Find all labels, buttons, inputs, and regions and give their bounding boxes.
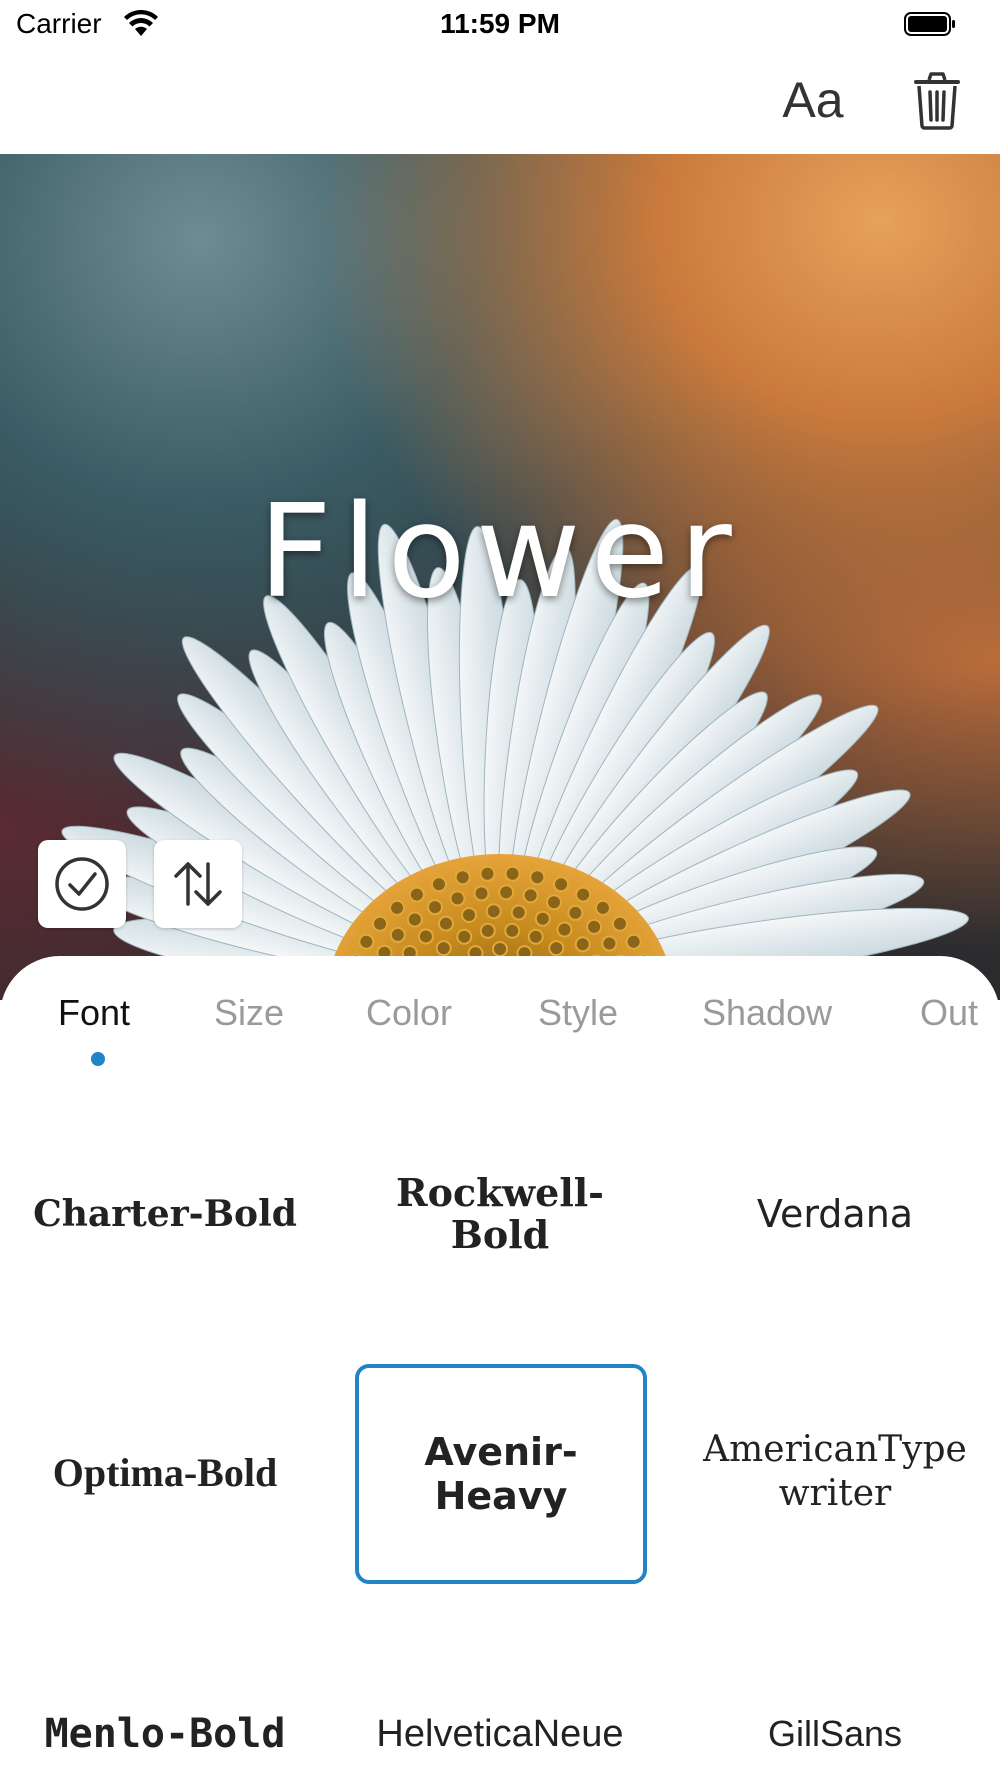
font-option-avenir-heavy[interactable]: Avenir-Heavy — [355, 1364, 647, 1584]
font-option-label: GillSans — [767, 1713, 903, 1754]
text-format-button[interactable]: Aa — [778, 70, 848, 130]
battery-icon — [904, 12, 955, 36]
caption-text[interactable]: Flower — [0, 478, 1000, 627]
tab-size[interactable]: Size — [214, 992, 284, 1034]
font-option-rockwell-bold[interactable]: Rockwell-Bold — [355, 1106, 645, 1322]
font-option-label: Menlo-Bold — [44, 1711, 286, 1757]
active-tab-indicator — [91, 1052, 105, 1066]
font-option-helvetica-neue[interactable]: HelveticaNeue — [355, 1626, 645, 1778]
font-option-label: AmericanTypewriter — [703, 1429, 967, 1514]
edit-panel: Font Size Color Style Shadow Out Charter… — [0, 956, 1000, 1778]
font-option-charter-bold[interactable]: Charter-Bold — [20, 1106, 310, 1322]
font-option-gill-sans[interactable]: GillSans — [690, 1626, 980, 1778]
tab-style[interactable]: Style — [538, 992, 618, 1034]
font-option-label: Optima-Bold — [52, 1449, 278, 1495]
font-option-menlo-bold[interactable]: Menlo-Bold — [20, 1626, 310, 1778]
confirm-button[interactable] — [38, 840, 126, 928]
status-time: 11:59 PM — [440, 8, 560, 39]
tab-font[interactable]: Font — [58, 992, 130, 1034]
font-option-optima-bold[interactable]: Optima-Bold — [20, 1364, 310, 1580]
top-toolbar: Aa — [0, 50, 1000, 154]
font-option-label: Charter-Bold — [33, 1193, 297, 1235]
font-option-label: Avenir-Heavy — [424, 1430, 578, 1518]
tab-shadow[interactable]: Shadow — [702, 992, 832, 1034]
tab-outline[interactable]: Out — [920, 992, 978, 1034]
tab-color[interactable]: Color — [366, 992, 452, 1034]
font-option-american-typewriter[interactable]: AmericanTypewriter — [690, 1364, 980, 1580]
font-option-label: HelveticaNeue — [376, 1712, 624, 1755]
checkmark-circle-icon — [55, 857, 109, 911]
status-bar: Carrier 11:59 PM — [0, 0, 1000, 50]
swap-vertical-arrows-icon — [174, 862, 222, 906]
photo-canvas[interactable]: Flower — [0, 154, 1000, 1000]
text-format-icon: Aa — [782, 72, 844, 128]
font-option-verdana[interactable]: Verdana — [690, 1106, 980, 1322]
swap-button[interactable] — [154, 840, 242, 928]
tab-bar: Font Size Color Style Shadow Out — [0, 992, 1000, 1082]
trash-icon[interactable] — [912, 72, 962, 130]
font-option-label: Rockwell-Bold — [396, 1170, 604, 1257]
font-option-label: Verdana — [756, 1192, 914, 1236]
